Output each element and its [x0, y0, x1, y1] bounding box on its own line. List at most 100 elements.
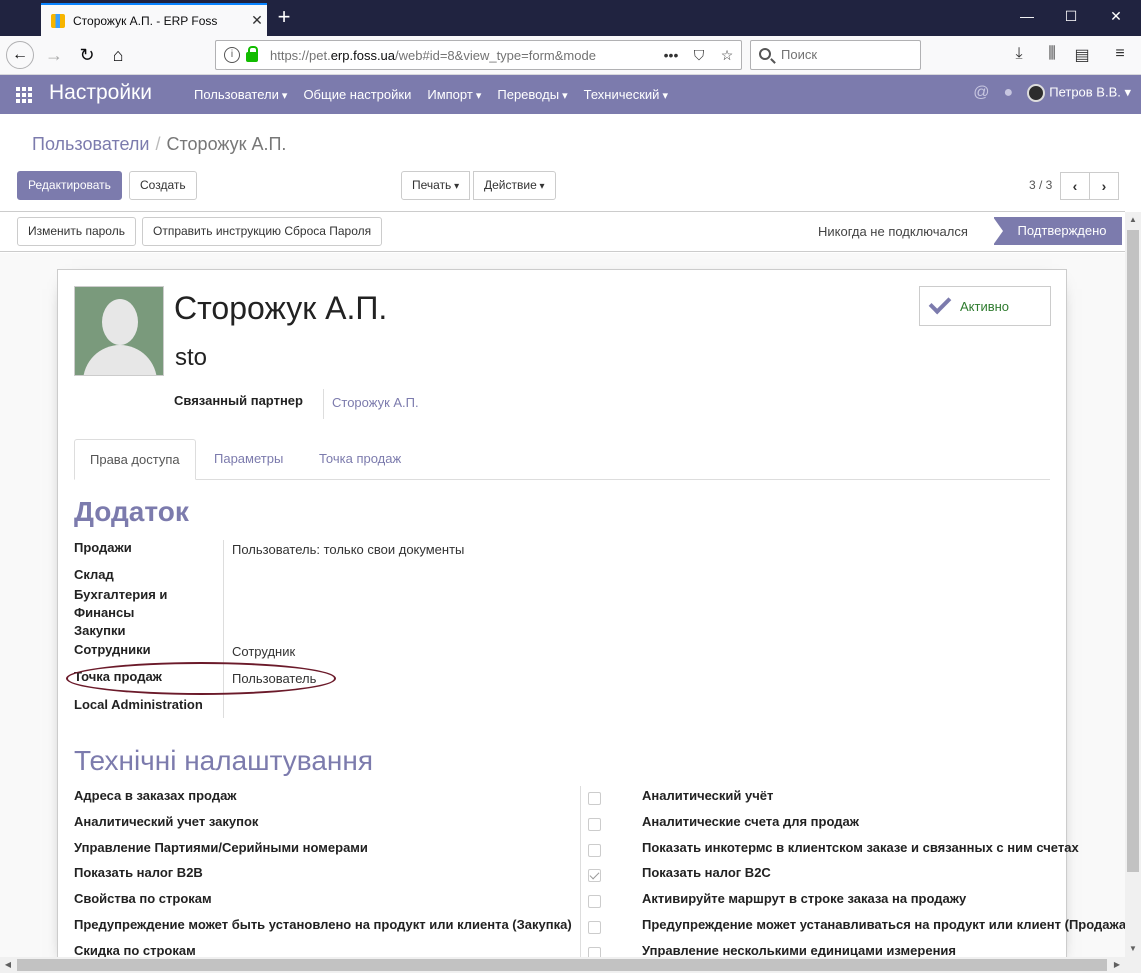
url-text[interactable]: https://pet.erp.foss.ua/web#id=8&view_ty…	[270, 48, 657, 63]
access-label-purchase: Закупки	[74, 623, 126, 638]
access-value-employees[interactable]: Сотрудник	[232, 644, 295, 659]
forward-button[interactable]: →	[40, 41, 68, 69]
highlight-ellipse	[66, 662, 336, 695]
tech-checkbox-1[interactable]	[588, 792, 601, 805]
scroll-down-icon[interactable]: ▼	[1125, 941, 1141, 957]
form-sheet	[57, 269, 1067, 969]
reload-button[interactable]: ↻	[73, 41, 101, 69]
create-button[interactable]: Создать	[129, 171, 197, 200]
tech-label-right-6: Предупреждение может устанавливаться на …	[642, 917, 1131, 932]
horizontal-scroll-thumb[interactable]	[17, 959, 1107, 971]
breadcrumb-users-link[interactable]: Пользователи	[32, 134, 149, 154]
tech-checkbox-3[interactable]	[588, 844, 601, 857]
access-label-local-admin: Local Administration	[74, 697, 203, 712]
pager-next-button[interactable]: ›	[1089, 172, 1119, 200]
info-icon[interactable]: i	[224, 47, 240, 63]
new-tab-button[interactable]: +	[272, 6, 296, 28]
technical-divider	[580, 786, 581, 957]
maximize-window-button[interactable]: ☐	[1056, 8, 1086, 25]
related-partner-label: Связанный партнер	[174, 393, 303, 408]
section-title-applications: Додаток	[74, 496, 189, 527]
close-window-button[interactable]: ✕	[1101, 8, 1131, 25]
home-button[interactable]: ⌂	[104, 41, 132, 69]
section-title-technical: Технічні налаштування	[74, 745, 373, 776]
app-title: Настройки	[49, 81, 152, 104]
browser-tab-bar: Сторожук А.П. - ERP Foss ✕ + — ☐ ✕	[0, 0, 1141, 36]
minimize-window-button[interactable]: —	[1012, 8, 1042, 24]
odoo-main-navbar: Настройки Пользователи Общие настройки И…	[0, 75, 1141, 114]
tech-checkbox-5[interactable]	[588, 895, 601, 908]
page-actions-icon[interactable]: •••	[657, 47, 685, 63]
breadcrumb-separator: /	[155, 134, 161, 154]
tech-label-right-1: Аналитический учёт	[642, 788, 774, 803]
change-password-button[interactable]: Изменить пароль	[17, 217, 136, 246]
notebook-tabs: Права доступа Параметры Точка продаж	[74, 439, 1050, 480]
access-label-employees: Сотрудники	[74, 642, 151, 657]
browser-tab[interactable]: Сторожук А.П. - ERP Foss ✕	[41, 3, 267, 36]
library-icon[interactable]: ⫼	[1040, 45, 1064, 63]
user-photo-placeholder[interactable]	[74, 286, 164, 376]
sidebar-icon[interactable]: ▤	[1070, 45, 1094, 65]
tech-label-left-3: Управление Партиями/Серийными номерами	[74, 840, 368, 855]
mention-icon[interactable]: @	[973, 84, 989, 102]
tab-access-rights[interactable]: Права доступа	[74, 439, 196, 480]
address-bar[interactable]: i https://pet.erp.foss.ua/web#id=8&view_…	[215, 40, 742, 70]
tech-label-left-7: Скидка по строкам	[74, 943, 196, 958]
checkmark-icon	[928, 291, 952, 315]
action-dropdown[interactable]: Действие	[473, 171, 556, 200]
close-tab-icon[interactable]: ✕	[247, 12, 267, 29]
scrollbar-corner	[1125, 957, 1141, 973]
systray: @ ● Петров В.В. ▾	[973, 84, 1131, 102]
downloads-icon[interactable]: ⤓	[1007, 45, 1031, 63]
access-value-sales[interactable]: Пользователь: только свои документы	[232, 542, 464, 557]
user-login: sto	[175, 344, 208, 371]
user-menu[interactable]: Петров В.В. ▾	[1027, 84, 1131, 102]
edit-button[interactable]: Редактировать	[17, 171, 122, 200]
tech-label-right-5: Активируйте маршрут в строке заказа на п…	[642, 891, 967, 906]
apps-grid-icon[interactable]	[16, 87, 32, 103]
tech-checkbox-6[interactable]	[588, 921, 601, 934]
tab-point-of-sale[interactable]: Точка продаж	[304, 439, 416, 480]
menu-general-settings[interactable]: Общие настройки	[303, 87, 411, 102]
back-button[interactable]: ←	[6, 41, 34, 69]
search-icon	[759, 48, 771, 60]
tech-label-left-1: Адреса в заказах продаж	[74, 788, 237, 803]
tech-label-left-5: Свойства по строкам	[74, 891, 212, 906]
related-partner-link[interactable]: Сторожук А.П.	[332, 395, 419, 410]
hamburger-menu-icon[interactable]: ≡	[1108, 45, 1132, 63]
breadcrumb-current: Сторожук А.П.	[166, 134, 287, 154]
scroll-up-icon[interactable]: ▲	[1125, 212, 1141, 228]
active-toggle-button[interactable]: Активно	[919, 286, 1051, 326]
tech-checkbox-2[interactable]	[588, 818, 601, 831]
tech-label-right-2: Аналитические счета для продаж	[642, 814, 859, 829]
pager-previous-button[interactable]: ‹	[1060, 172, 1090, 200]
access-label-inventory: Склад	[74, 567, 114, 582]
status-never-connected: Никогда не подключался	[818, 224, 968, 239]
field-divider	[323, 389, 324, 419]
vertical-scrollbar[interactable]: ▲ ▼	[1125, 212, 1141, 957]
pocket-icon[interactable]: ⛉	[685, 47, 713, 64]
search-input[interactable]: Поиск	[750, 40, 921, 70]
menu-users[interactable]: Пользователи	[194, 87, 287, 102]
chat-icon[interactable]: ●	[1004, 84, 1014, 102]
tech-label-left-4: Показать налог B2B	[74, 865, 203, 880]
tech-label-right-3: Показать инкотермс в клиентском заказе и…	[642, 840, 1079, 855]
scroll-left-icon[interactable]: ◀	[0, 957, 16, 973]
user-name: Сторожук А.П.	[174, 290, 388, 326]
horizontal-scrollbar[interactable]: ◀ ▶	[0, 957, 1125, 973]
menu-technical[interactable]: Технический	[584, 87, 668, 102]
tech-label-right-7: Управление несколькими единицами измерен…	[642, 943, 956, 958]
tab-preferences[interactable]: Параметры	[199, 439, 298, 480]
vertical-scroll-thumb[interactable]	[1127, 230, 1139, 872]
send-reset-instructions-button[interactable]: Отправить инструкцию Сброса Пароля	[142, 217, 383, 246]
tech-checkbox-4[interactable]	[588, 869, 601, 882]
bookmark-star-icon[interactable]: ☆	[713, 47, 741, 64]
tech-label-right-4: Показать налог B2C	[642, 865, 771, 880]
menu-translations[interactable]: Переводы	[497, 87, 567, 102]
pager-value[interactable]: 3 / 3	[1029, 178, 1052, 192]
scroll-right-icon[interactable]: ▶	[1109, 957, 1125, 973]
breadcrumb: Пользователи / Сторожук А.П.	[32, 134, 286, 155]
print-dropdown[interactable]: Печать	[401, 171, 471, 200]
menu-import[interactable]: Импорт	[427, 87, 481, 102]
tech-label-left-2: Аналитический учет закупок	[74, 814, 259, 829]
